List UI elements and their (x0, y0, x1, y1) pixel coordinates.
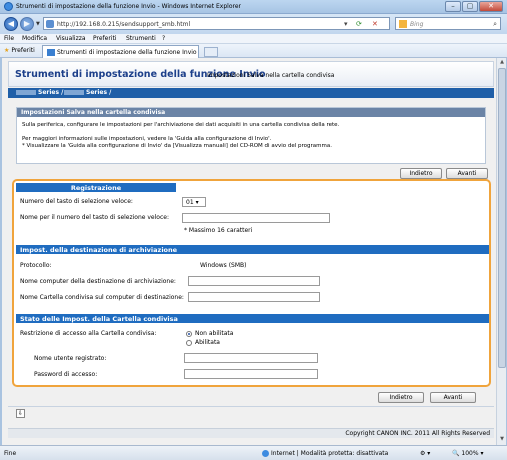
minimize-button[interactable]: – (445, 1, 461, 12)
radio-unselected-icon (186, 339, 192, 346)
search-box[interactable]: Bing ⌕ (395, 17, 501, 30)
globe-icon (262, 450, 269, 457)
zoom-control[interactable]: 🔍 100% ▾ (452, 450, 483, 457)
menu-edit[interactable]: Modifica (22, 35, 47, 42)
info-line-3: * Visualizzare la 'Guida alla configuraz… (22, 143, 332, 149)
back-button-top[interactable]: Indietro (400, 168, 442, 179)
info-line-2: Per maggiori informazioni sulle impostaz… (22, 136, 272, 142)
address-dropdown-icon[interactable]: ▾ (344, 20, 348, 28)
collapse-toggle-icon[interactable]: ⇩ (16, 409, 25, 418)
vertical-scrollbar[interactable]: ▲ ▼ (496, 58, 506, 445)
close-button[interactable]: ✕ (479, 1, 503, 12)
shared-folder-input[interactable] (188, 292, 320, 302)
next-button-top[interactable]: Avanti (446, 168, 488, 179)
info-line-1: Sulla periferica, configurare le imposta… (22, 122, 340, 128)
status-text: Fine (4, 450, 17, 457)
speed-dial-value: 01 (186, 199, 194, 206)
page-content: Strumenti di impostazione della funzione… (2, 58, 496, 445)
menu-favorites[interactable]: Preferiti (93, 35, 117, 42)
menu-tools[interactable]: Strumenti (126, 35, 156, 42)
scroll-thumb[interactable] (498, 68, 506, 368)
favorites-button[interactable]: ★ Preferiti (4, 47, 35, 54)
favorites-bar: ★ Preferiti Strumenti di impostazione de… (0, 44, 507, 58)
favorites-label: Preferiti (11, 47, 35, 54)
copyright-text: Copyright CANON INC. 2011 All Rights Res… (345, 430, 490, 437)
new-tab-button[interactable] (204, 47, 218, 57)
back-arrow-icon: ◀ (7, 19, 15, 28)
back-button-bottom[interactable]: Indietro (378, 392, 424, 403)
settings-panel: Registrazione Numero del tasto di selezi… (12, 179, 491, 387)
menu-file[interactable]: File (4, 35, 14, 42)
search-placeholder[interactable]: Bing (410, 21, 423, 28)
star-icon: ★ (4, 47, 10, 54)
radio-not-enabled-label: Non abilitata (195, 330, 234, 337)
page-favicon-icon (46, 20, 54, 28)
chevron-down-icon: ▾ (195, 199, 199, 206)
address-url[interactable]: http://192.168.0.215/sendsupport_smb.htm… (57, 21, 190, 28)
redacted-model-name (64, 90, 84, 95)
info-box: Impostazioni Salva nella cartella condiv… (16, 107, 486, 164)
copyright-footer: Copyright CANON INC. 2011 All Rights Res… (8, 428, 494, 438)
back-button[interactable]: ◀ (4, 17, 18, 31)
breadcrumb-series-1[interactable]: Series / (16, 89, 63, 96)
destination-header: Impost. della destinazione di archiviazi… (16, 245, 489, 254)
scroll-up-icon[interactable]: ▲ (498, 59, 506, 67)
access-header: Stato delle Impost. della Cartella condi… (16, 314, 489, 323)
bing-logo-icon (399, 20, 407, 28)
address-toolbar: ◀ ▶ ▼ http://192.168.0.215/sendsupport_s… (0, 14, 507, 34)
name-hint: * Massimo 16 caratteri (184, 227, 253, 234)
refresh-icon[interactable]: ⟳ (356, 20, 362, 28)
app-header: Strumenti di impostazione della funzione… (8, 61, 494, 87)
radio-not-enabled[interactable]: Non abilitata (186, 330, 233, 337)
password-input[interactable] (184, 369, 318, 379)
menu-help[interactable]: ? (162, 35, 165, 42)
protocol-label: Protocollo: (20, 262, 52, 269)
speed-dial-label: Numero del tasto di selezione veloce: (20, 198, 133, 205)
next-button-bottom[interactable]: Avanti (430, 392, 476, 403)
forward-button[interactable]: ▶ (20, 17, 34, 31)
access-restriction-label: Restrizione di accesso alla Cartella con… (20, 330, 157, 337)
status-bar: Fine Internet | Modalità protetta: disat… (0, 445, 507, 460)
tab-label: Strumenti di impostazione della funzione… (57, 49, 197, 56)
radio-enabled[interactable]: Abilitata (186, 339, 220, 346)
window-titlebar: Strumenti di impostazione della funzione… (0, 0, 507, 14)
tab-page-icon (47, 49, 55, 56)
tab-active[interactable]: Strumenti di impostazione della funzione… (42, 45, 199, 58)
security-zone[interactable]: Internet | Modalità protetta: disattivat… (262, 450, 388, 457)
search-icon[interactable]: ⌕ (493, 20, 497, 29)
address-bar[interactable]: http://192.168.0.215/sendsupport_smb.htm… (43, 17, 390, 30)
speed-dial-name-input[interactable] (182, 213, 330, 223)
shared-folder-label: Nome Cartella condivisa sul computer di … (20, 294, 184, 301)
info-header: Impostazioni Salva nella cartella condiv… (17, 108, 485, 117)
password-label: Password di accesso: (34, 371, 98, 378)
username-label: Nome utente registrato: (34, 355, 107, 362)
ie-logo-icon (4, 2, 13, 11)
menu-view[interactable]: Visualizza (56, 35, 86, 42)
app-subtitle: Impostazioni Salva nella cartella condiv… (207, 72, 335, 79)
maximize-button[interactable]: ▢ (462, 1, 478, 12)
computer-name-label: Nome computer della destinazione di arch… (20, 278, 176, 285)
breadcrumb-series-2[interactable]: Series / (64, 89, 111, 96)
series-breadcrumb: Series / Series / (8, 88, 494, 98)
protected-mode-icon[interactable]: ⚙ ▾ (420, 450, 430, 457)
menu-bar: File Modifica Visualizza Preferiti Strum… (0, 34, 507, 44)
speed-dial-select[interactable]: 01 ▾ (182, 197, 206, 207)
radio-enabled-label: Abilitata (195, 339, 220, 346)
radio-selected-icon (186, 330, 192, 337)
computer-name-input[interactable] (188, 276, 320, 286)
username-input[interactable] (184, 353, 318, 363)
window-title: Strumenti di impostazione della funzione… (16, 3, 241, 10)
recent-pages-dropdown-icon[interactable]: ▼ (36, 21, 40, 27)
registration-header: Registrazione (16, 183, 176, 192)
scroll-down-icon[interactable]: ▼ (498, 436, 506, 444)
stop-icon[interactable]: ✕ (372, 20, 378, 28)
protocol-value: Windows (SMB) (200, 262, 247, 269)
name-label: Nome per il numero del tasto di selezion… (20, 214, 169, 221)
divider (8, 406, 494, 407)
redacted-model-name (16, 90, 36, 95)
forward-arrow-icon: ▶ (23, 19, 31, 28)
